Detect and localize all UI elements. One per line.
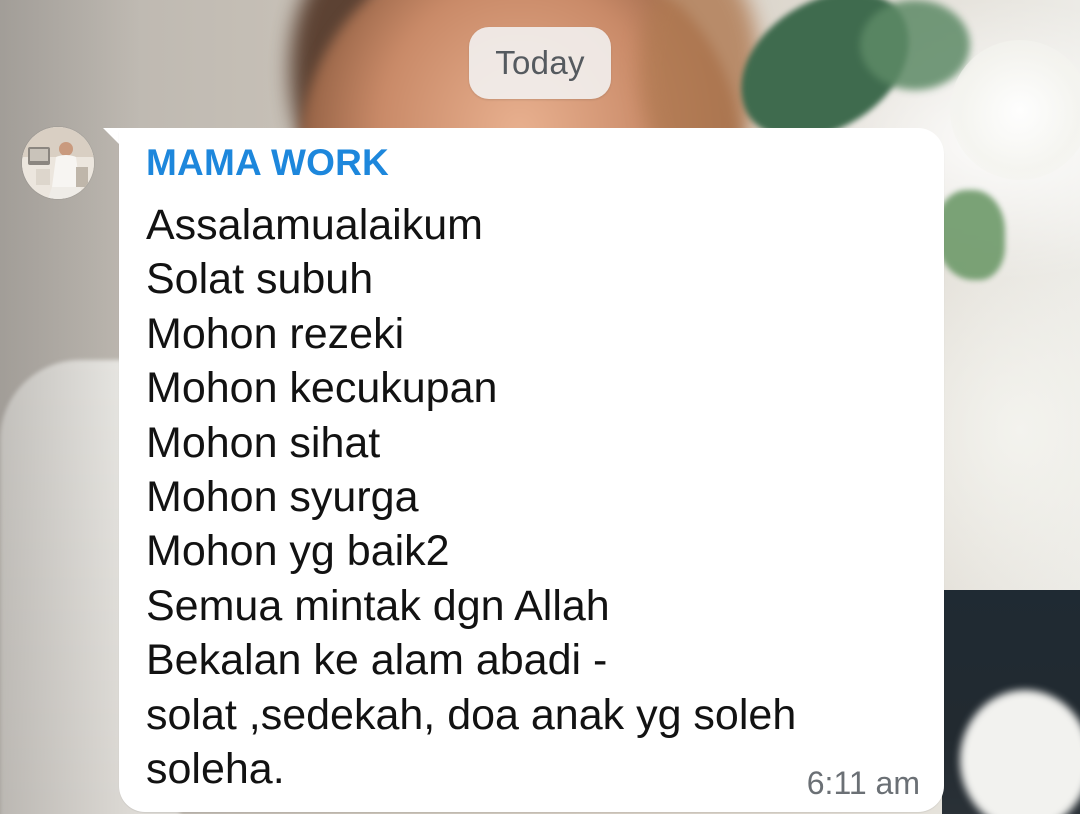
message-line: Mohon kecukupan — [146, 364, 498, 413]
message-line: Bekalan ke alam abadi - — [146, 636, 608, 685]
message-line: Solat subuh — [146, 255, 374, 304]
wallpaper-leaf — [860, 0, 970, 90]
message-line: Semua mintak dgn Allah — [146, 581, 610, 630]
avatar-icon — [22, 127, 94, 199]
message-timestamp: 6:11 am — [806, 765, 920, 801]
message-line: soleha. — [146, 745, 285, 794]
message-line: Mohon rezeki — [146, 309, 405, 358]
contact-avatar[interactable] — [22, 127, 94, 199]
message-bubble[interactable]: MAMA WORK Assalamualaikum Solat subuh Mo… — [119, 128, 944, 812]
message-line: Mohon syurga — [146, 473, 419, 522]
message-line: Mohon yg baik2 — [146, 527, 450, 576]
message-line: Mohon sihat — [146, 418, 381, 467]
message-line: solat ,sedekah, doa anak yg soleh — [146, 690, 797, 739]
message-text: Assalamualaikum Solat subuh Mohon rezeki… — [146, 198, 796, 796]
date-divider: Today — [469, 27, 611, 99]
sender-name[interactable]: MAMA WORK — [146, 142, 389, 184]
message-line: Assalamualaikum — [146, 201, 483, 249]
wallpaper-leaf — [935, 190, 1005, 280]
wallpaper-flower — [950, 40, 1080, 180]
date-divider-label: Today — [495, 44, 585, 81]
